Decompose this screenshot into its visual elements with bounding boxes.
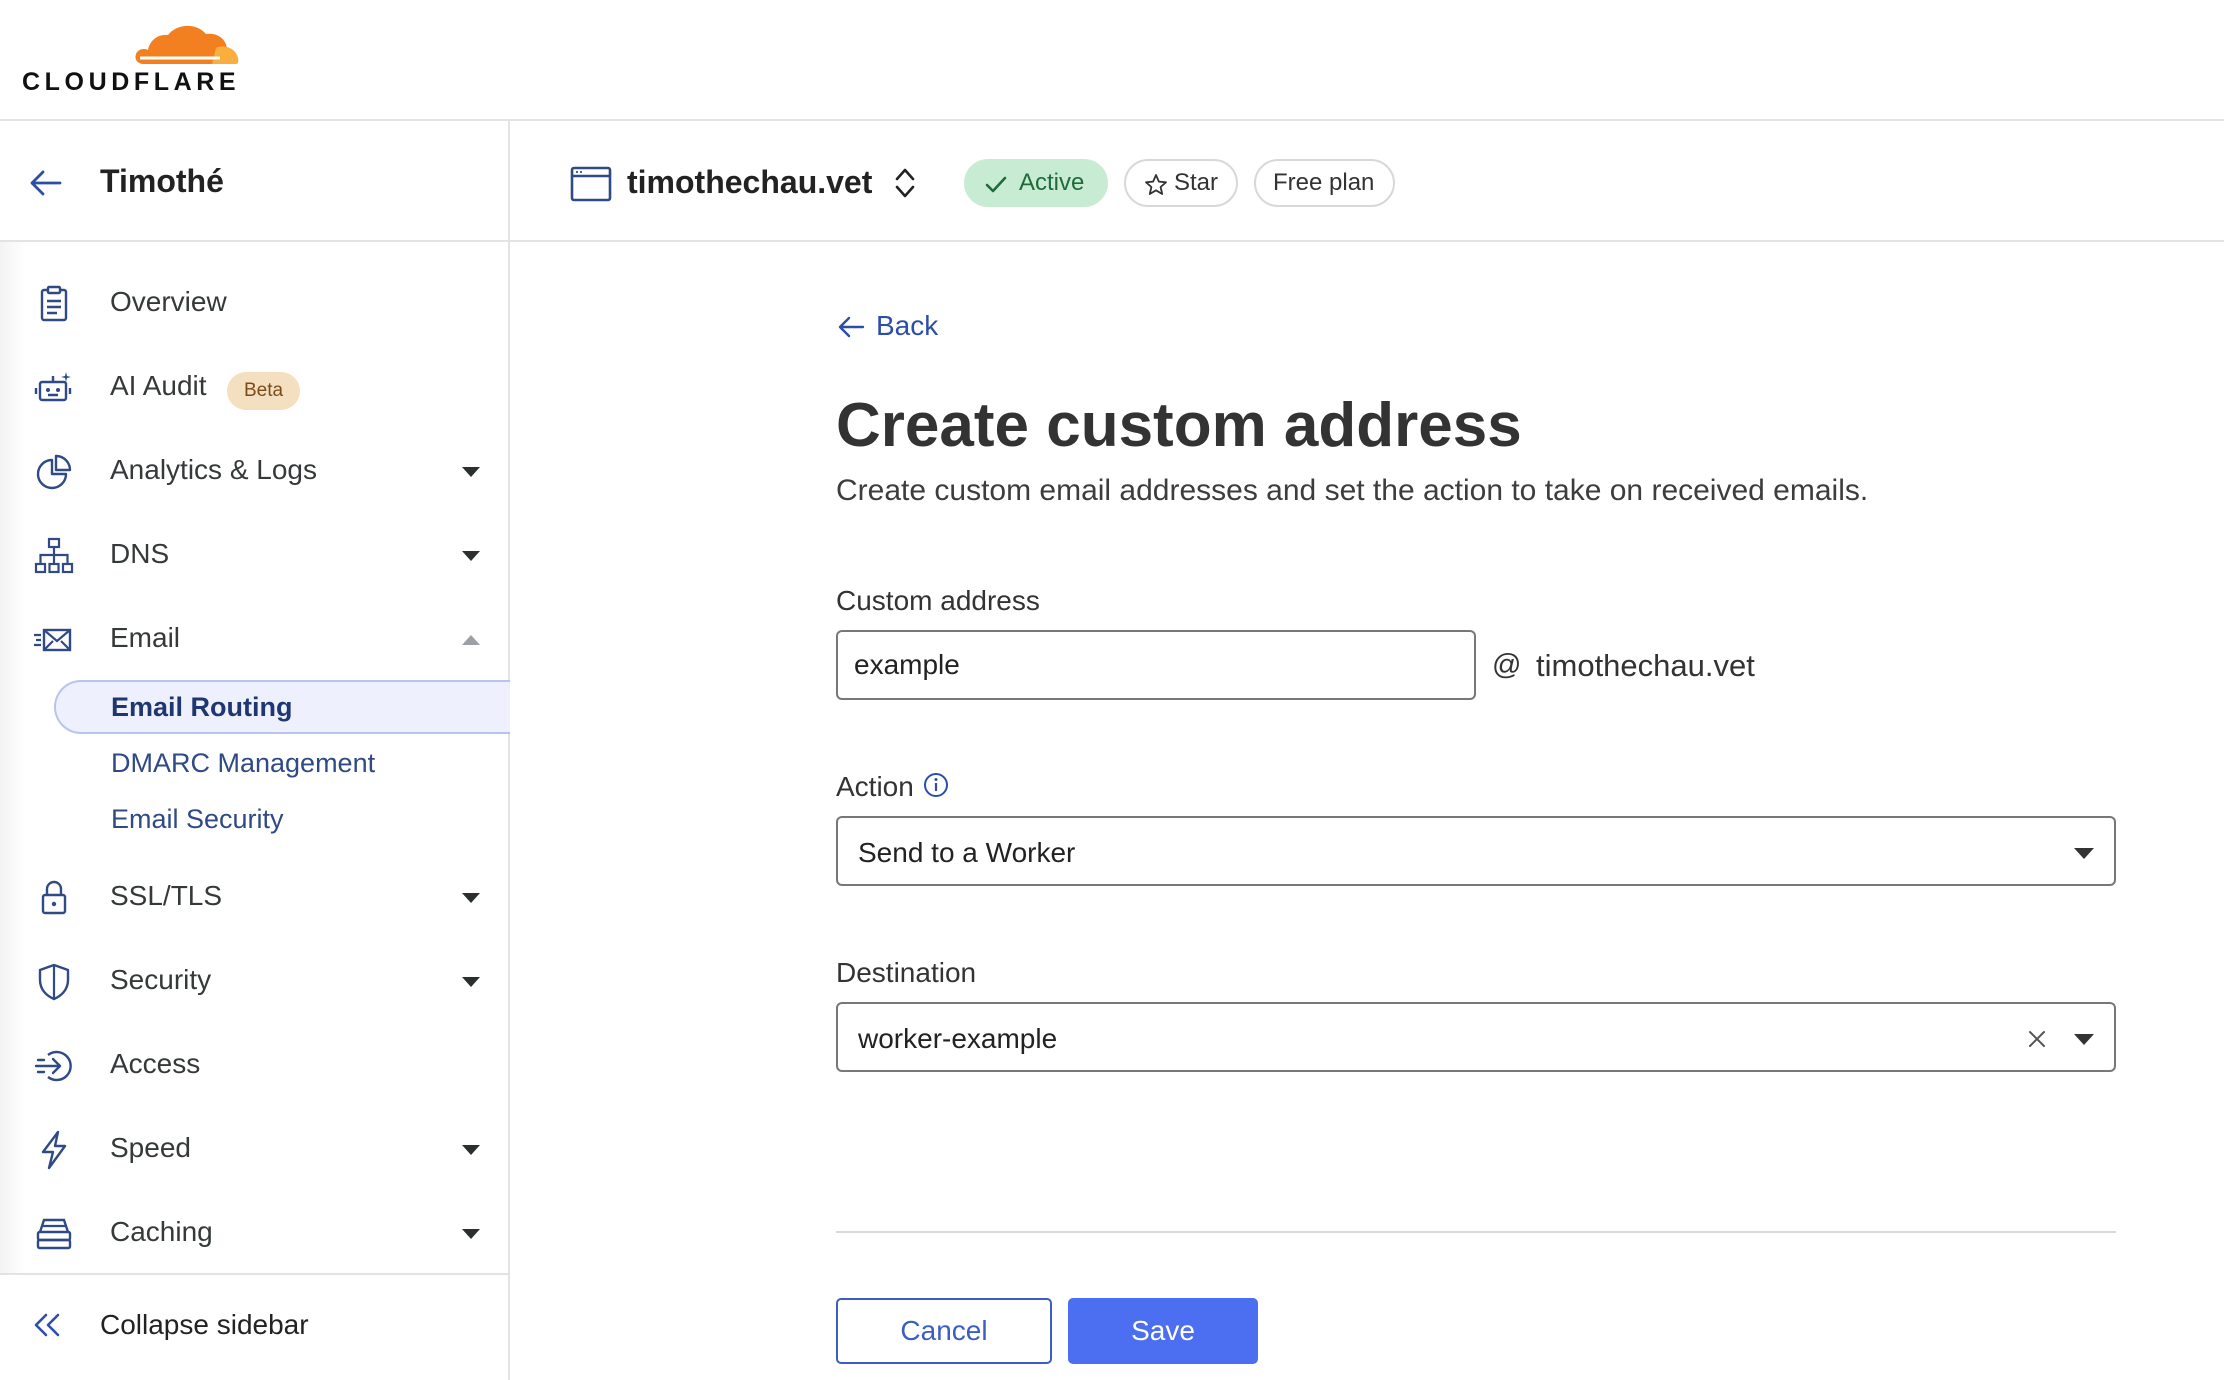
save-button[interactable]: Save <box>1068 1298 1258 1364</box>
info-icon[interactable] <box>923 772 949 798</box>
star-button[interactable]: Star <box>1124 159 1238 207</box>
checkmark-icon <box>985 176 1007 193</box>
sidebar-subitem-email-security[interactable]: Email Security <box>54 792 510 846</box>
chevron-down-icon <box>462 467 480 477</box>
sidebar-item-access[interactable]: Access <box>0 1034 508 1094</box>
zone-switcher-icon[interactable] <box>890 163 920 203</box>
sidebar-subitem-email-routing[interactable]: Email Routing <box>54 680 510 734</box>
destination-select-value: worker-example <box>858 1023 1058 1054</box>
custom-address-input[interactable] <box>836 630 1476 700</box>
sidebar-item-speed[interactable]: Speed <box>0 1118 508 1178</box>
chevron-down-icon <box>462 1145 480 1155</box>
account-name: Timothé <box>100 163 224 199</box>
browser-window-icon <box>570 166 612 202</box>
star-label: Star <box>1174 169 1219 196</box>
account-row: Timothé <box>0 121 508 242</box>
collapse-sidebar-label: Collapse sidebar <box>100 1309 309 1340</box>
destination-select[interactable]: worker-example <box>836 1002 2116 1072</box>
network-icon <box>34 537 74 574</box>
top-bar: CLOUDFLARE <box>0 0 2224 121</box>
sidebar-item-label: DNS <box>110 538 170 569</box>
status-badge: Active <box>964 159 1108 207</box>
page-description: Create custom email addresses and set th… <box>836 474 1869 507</box>
chevron-down-icon <box>462 1229 480 1239</box>
sidebar-item-label: Access <box>110 1048 201 1079</box>
sidebar-item-ssl-tls[interactable]: SSL/TLS <box>0 866 508 926</box>
chevron-down-icon <box>2074 1034 2094 1045</box>
double-chevron-left-icon <box>34 1313 60 1337</box>
sidebar-item-label: Security <box>110 964 212 995</box>
back-label: Back <box>876 310 939 341</box>
collapse-sidebar-button[interactable]: Collapse sidebar <box>0 1273 508 1380</box>
clipboard-icon <box>40 285 68 322</box>
form-divider <box>836 1231 2116 1233</box>
chevron-down-icon <box>462 551 480 561</box>
sidebar-subitem-label: DMARC Management <box>111 748 376 778</box>
beta-badge: Beta <box>227 372 301 410</box>
at-sign: @ <box>1492 649 1522 681</box>
lightning-icon <box>41 1130 67 1170</box>
star-icon <box>1145 174 1167 195</box>
lock-icon <box>41 880 67 915</box>
arrow-left-icon <box>838 316 865 338</box>
sidebar-item-security[interactable]: Security <box>0 950 508 1010</box>
sidebar-item-label: Email <box>110 622 181 653</box>
robot-icon <box>34 372 72 402</box>
chevron-up-icon <box>462 635 480 645</box>
sidebar-subitem-label: Email Routing <box>111 692 293 722</box>
cloud-logo-icon <box>135 25 239 65</box>
plan-label: Free plan <box>1273 169 1375 196</box>
sidebar-item-label: AI Audit <box>110 370 207 401</box>
pie-chart-icon <box>36 454 72 490</box>
plan-badge[interactable]: Free plan <box>1254 159 1395 207</box>
sidebar-item-label: SSL/TLS <box>110 880 223 911</box>
logo-wordmark: CLOUDFLARE <box>22 68 241 96</box>
page-title: Create custom address <box>836 391 1522 460</box>
sidebar-item-ai-audit[interactable]: AI Audit Beta <box>0 356 508 416</box>
shield-icon <box>38 963 70 1001</box>
sidebar-item-label: Speed <box>110 1132 191 1163</box>
zone-name: timothechau.vet <box>627 164 873 200</box>
sidebar-item-label: Analytics & Logs <box>110 454 317 485</box>
sidebar-item-label: Caching <box>110 1216 213 1247</box>
server-icon <box>36 1218 72 1250</box>
sidebar-subitem-label: Email Security <box>111 804 284 834</box>
chevron-down-icon <box>462 893 480 903</box>
domain-suffix: timothechau.vet <box>1536 648 1755 683</box>
chevron-down-icon <box>462 977 480 987</box>
sidebar-item-email[interactable]: Email <box>0 608 508 668</box>
custom-address-label: Custom address <box>836 585 1040 616</box>
zone-header: timothechau.vet Active Star Free plan <box>510 121 2224 242</box>
login-icon <box>34 1050 72 1082</box>
sidebar-item-dns[interactable]: DNS <box>0 524 508 584</box>
status-label: Active <box>1019 169 1085 196</box>
back-arrow-icon[interactable] <box>26 163 66 203</box>
sidebar-item-caching[interactable]: Caching <box>0 1202 508 1262</box>
cancel-button[interactable]: Cancel <box>836 1298 1052 1364</box>
sidebar-item-analytics-logs[interactable]: Analytics & Logs <box>0 440 508 500</box>
cloudflare-logo[interactable]: CLOUDFLARE <box>22 18 242 98</box>
sidebar-subitem-dmarc-management[interactable]: DMARC Management <box>54 736 510 790</box>
email-icon <box>34 628 72 652</box>
sidebar-item-label: Overview <box>110 286 227 317</box>
action-select-value: Send to a Worker <box>858 837 1076 868</box>
action-select[interactable]: Send to a Worker <box>836 816 2116 886</box>
sidebar-item-overview[interactable]: Overview <box>0 272 508 332</box>
clear-icon[interactable] <box>2026 1028 2048 1050</box>
sidebar: Timothé Overview AI Audit Beta Analytics… <box>0 121 510 1380</box>
destination-label: Destination <box>836 957 977 988</box>
chevron-down-icon <box>2074 848 2094 859</box>
action-label: Action <box>836 771 914 802</box>
